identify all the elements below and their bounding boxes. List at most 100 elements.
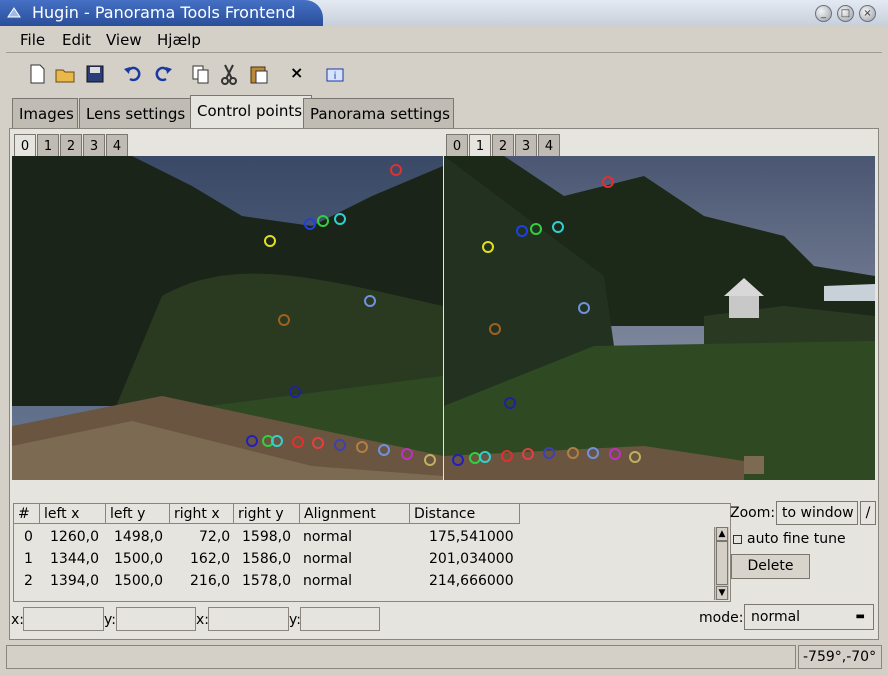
menu-file[interactable]: File [20,31,45,49]
right-image-view[interactable] [444,156,875,480]
control-point-marker[interactable] [567,447,579,459]
right-image-tab-1[interactable]: 1 [469,134,491,158]
right-image-tab-0[interactable]: 0 [446,134,468,158]
table-cell[interactable]: 1394,0 [50,570,99,592]
tab-control-points[interactable]: Control points [190,95,312,128]
control-point-marker[interactable] [334,439,346,451]
right-x-input[interactable] [208,607,289,631]
table-cell[interactable]: 1 [24,548,33,570]
undo-icon[interactable] [122,63,144,85]
control-point-marker[interactable] [587,447,599,459]
col-header-distance[interactable]: Distance [410,504,520,524]
control-point-marker[interactable] [543,447,555,459]
tab-lens-settings[interactable]: Lens settings [79,98,199,128]
table-cell[interactable]: 201,034000 [429,548,514,570]
zoom-select[interactable]: to window [776,501,858,525]
new-icon[interactable] [26,63,48,85]
auto-fine-tune-checkbox[interactable] [733,535,742,544]
control-point-marker[interactable] [522,448,534,460]
control-point-marker[interactable] [452,454,464,466]
table-cell[interactable]: 1500,0 [114,570,163,592]
table-cell[interactable]: normal [303,526,352,548]
delete-button[interactable]: Delete [731,554,810,579]
control-point-marker[interactable] [378,444,390,456]
table-cell[interactable]: 214,666000 [429,570,514,592]
left-image-tab-4[interactable]: 4 [106,134,128,158]
menu-edit[interactable]: Edit [62,31,91,49]
scroll-thumb[interactable] [716,541,728,585]
right-image-tab-3[interactable]: 3 [515,134,537,158]
table-cell[interactable]: 1500,0 [114,548,163,570]
zoom-toggle-button[interactable]: / [860,501,876,525]
control-point-marker[interactable] [304,218,316,230]
col-header-left-x[interactable]: left x [40,504,106,524]
table-cell[interactable]: normal [303,548,352,570]
control-point-marker[interactable] [289,386,301,398]
scroll-up-icon[interactable]: ▲ [716,527,728,541]
control-point-marker[interactable] [489,323,501,335]
control-point-marker[interactable] [504,397,516,409]
control-point-marker[interactable] [578,302,590,314]
maximize-button[interactable]: □ [837,5,854,22]
paste-icon[interactable] [248,63,270,85]
table-cell[interactable]: 0 [24,526,33,548]
control-point-marker[interactable] [501,450,513,462]
tab-images[interactable]: Images [12,98,78,128]
left-x-input[interactable] [23,607,104,631]
minimize-button[interactable]: _ [815,5,832,22]
control-point-marker[interactable] [479,451,491,463]
right-image-tab-4[interactable]: 4 [538,134,560,158]
control-point-marker[interactable] [356,441,368,453]
control-point-marker[interactable] [424,454,436,466]
table-cell[interactable]: 175,541000 [429,526,514,548]
table-scrollbar[interactable]: ▲ ▼ [714,527,729,600]
menu-help[interactable]: Hjælp [157,31,201,49]
info-icon[interactable]: i [324,63,346,85]
left-image-tab-0[interactable]: 0 [14,134,36,158]
control-point-marker[interactable] [609,448,621,460]
table-cell[interactable]: 162,0 [190,548,230,570]
control-point-marker[interactable] [629,451,641,463]
col-header-index[interactable]: # [14,504,40,524]
tab-panorama-settings[interactable]: Panorama settings [303,98,454,128]
table-cell[interactable]: 1586,0 [242,548,291,570]
left-y-input[interactable] [116,607,196,631]
left-image-tab-2[interactable]: 2 [60,134,82,158]
table-cell[interactable]: 2 [24,570,33,592]
left-image-view[interactable] [12,156,443,480]
table-cell[interactable]: 1578,0 [242,570,291,592]
cut-icon[interactable] [218,63,240,85]
copy-icon[interactable] [190,63,212,85]
table-cell[interactable]: 1598,0 [242,526,291,548]
delete-icon[interactable]: × [290,63,312,85]
table-cell[interactable]: 216,0 [190,570,230,592]
control-point-marker[interactable] [334,213,346,225]
open-icon[interactable] [54,63,76,85]
scroll-down-icon[interactable]: ▼ [716,586,728,600]
control-point-marker[interactable] [271,435,283,447]
redo-icon[interactable] [152,63,174,85]
table-cell[interactable]: 1498,0 [114,526,163,548]
control-point-marker[interactable] [552,221,564,233]
control-points-table[interactable]: # left x left y right x right y Alignmen… [13,503,731,602]
save-icon[interactable] [84,63,106,85]
control-point-marker[interactable] [401,448,413,460]
table-cell[interactable]: normal [303,570,352,592]
left-image-tab-3[interactable]: 3 [83,134,105,158]
control-point-marker[interactable] [278,314,290,326]
control-point-marker[interactable] [482,241,494,253]
table-cell[interactable]: 1344,0 [50,548,99,570]
right-y-input[interactable] [300,607,380,631]
close-window-button[interactable]: × [859,5,876,22]
control-point-marker[interactable] [264,235,276,247]
col-header-right-y[interactable]: right y [234,504,300,524]
col-header-alignment[interactable]: Alignment [300,504,410,524]
control-point-marker[interactable] [292,436,304,448]
col-header-left-y[interactable]: left y [106,504,170,524]
col-header-right-x[interactable]: right x [170,504,234,524]
control-point-marker[interactable] [246,435,258,447]
menu-view[interactable]: View [106,31,142,49]
left-image-tab-1[interactable]: 1 [37,134,59,158]
table-cell[interactable]: 72,0 [199,526,230,548]
control-point-marker[interactable] [312,437,324,449]
